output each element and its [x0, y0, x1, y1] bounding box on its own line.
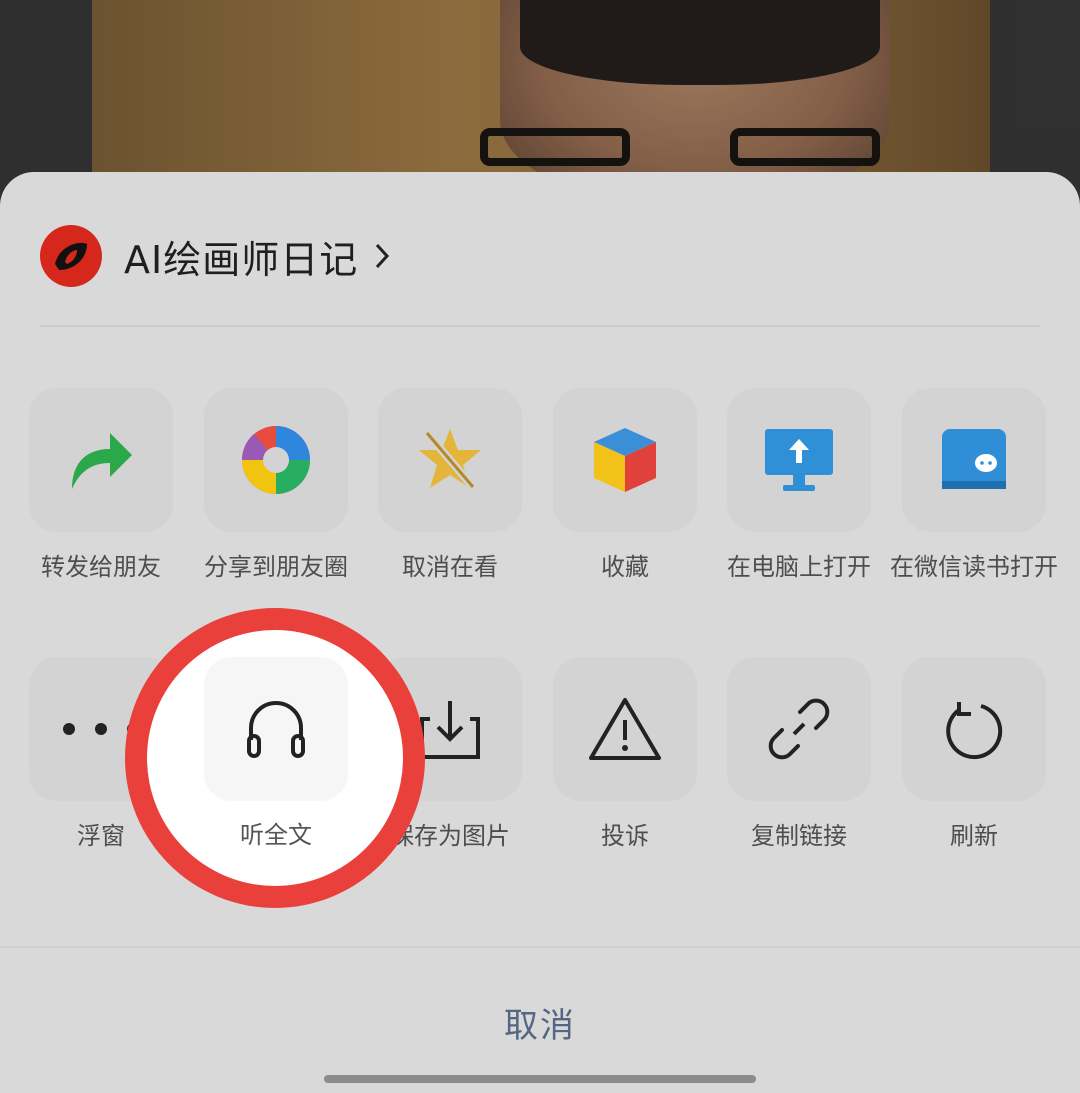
- share-item-listen[interactable]: [204, 657, 348, 801]
- share-item-unlike[interactable]: 取消在看: [363, 388, 537, 584]
- warning-triangle-icon: [589, 698, 661, 760]
- share-item-label: 复制链接: [751, 822, 847, 850]
- share-item-favorite[interactable]: 收藏: [538, 388, 712, 584]
- share-item-copy-link[interactable]: 复制链接: [712, 657, 886, 853]
- share-item-label: 刷新: [950, 822, 998, 850]
- share-item-label: 在微信读书打开: [890, 553, 1058, 581]
- favorite-cube-icon: [594, 428, 656, 492]
- weread-book-icon: [942, 429, 1006, 489]
- share-item-open-pc[interactable]: 在电脑上打开: [712, 388, 886, 584]
- share-item-moments[interactable]: 分享到朋友圈: [189, 388, 363, 584]
- share-item-label: 在电脑上打开: [727, 553, 871, 581]
- chevron-right-icon: [376, 243, 390, 269]
- account-logo-icon: [55, 242, 87, 270]
- forward-arrow-icon: [72, 433, 132, 489]
- account-avatar: [40, 225, 102, 287]
- divider: [40, 325, 1040, 327]
- share-item-refresh[interactable]: 刷新: [887, 657, 1061, 853]
- share-item-label: 投诉: [601, 822, 649, 850]
- share-item-report[interactable]: 投诉: [538, 657, 712, 853]
- account-name: AI绘画师日记: [124, 237, 359, 282]
- share-item-weread[interactable]: 在微信读书打开: [887, 388, 1061, 584]
- refresh-icon: [946, 702, 1003, 760]
- share-item-label: 听全文: [240, 821, 312, 849]
- link-icon: [768, 698, 830, 760]
- unlike-star-icon: [419, 429, 481, 490]
- share-item-label: 取消在看: [402, 553, 498, 581]
- download-save-icon: [420, 701, 480, 759]
- computer-upload-icon: [765, 429, 833, 491]
- headphones-icon: [247, 701, 305, 758]
- moments-aperture-icon: [241, 426, 310, 494]
- share-item-forward[interactable]: 转发给朋友: [14, 388, 188, 584]
- share-item-label: 收藏: [601, 553, 649, 581]
- account-header[interactable]: AI绘画师日记: [40, 224, 392, 288]
- home-indicator[interactable]: [324, 1075, 756, 1083]
- cancel-button[interactable]: 取消: [0, 998, 1080, 1047]
- share-item-label: 转发给朋友: [41, 553, 161, 581]
- share-item-label: 分享到朋友圈: [204, 553, 348, 581]
